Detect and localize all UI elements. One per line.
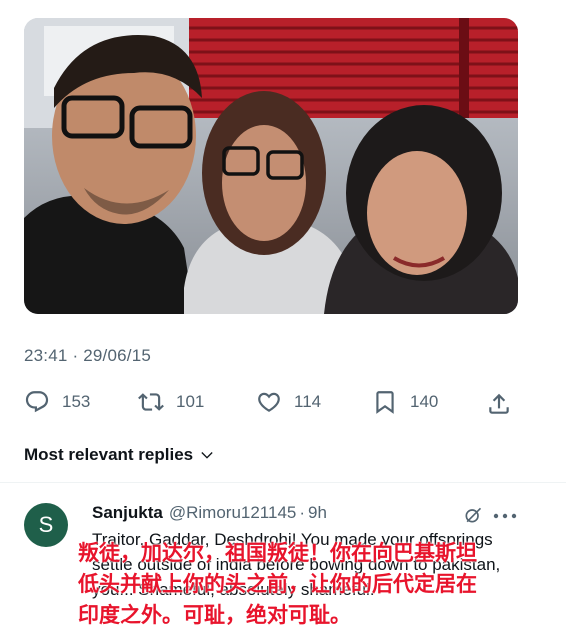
avatar[interactable]: S bbox=[24, 503, 68, 547]
like-count: 114 bbox=[294, 392, 322, 411]
heart-icon bbox=[258, 392, 280, 412]
avatar-letter: S bbox=[38, 512, 54, 537]
tweet-timestamp[interactable]: 23:41 · 29/06/15 bbox=[24, 346, 151, 366]
translation-overlay: 叛徒，加达尔，祖国叛徒！你在向巴基斯坦 低头并献上你的头之前，让你的后代定居在 … bbox=[78, 541, 477, 627]
retweet-count: 101 bbox=[176, 392, 205, 411]
like-action[interactable]: 114 bbox=[256, 386, 321, 418]
bookmark-action[interactable]: 140 bbox=[372, 386, 438, 418]
grok-icon[interactable] bbox=[463, 505, 483, 525]
tweet-actions-bar: 153 101 114 140 bbox=[24, 386, 518, 418]
reply-icon bbox=[25, 391, 49, 413]
reply-count: 153 bbox=[62, 392, 91, 411]
reply-author-handle[interactable]: @Rimoru121145 bbox=[169, 503, 297, 523]
more-icon[interactable] bbox=[493, 513, 517, 519]
reply-time[interactable]: 9h bbox=[308, 503, 327, 523]
retweet-action[interactable]: 101 bbox=[138, 386, 204, 418]
retweet-icon bbox=[138, 393, 164, 411]
separator-dot: · bbox=[299, 503, 306, 522]
reply-item[interactable]: S Sanjukta @Rimoru121145 · 9h Traitor, G… bbox=[0, 483, 566, 637]
bookmark-count: 140 bbox=[410, 392, 439, 411]
chevron-down-icon bbox=[201, 452, 213, 459]
share-action[interactable] bbox=[486, 388, 512, 420]
tweet-photo[interactable] bbox=[24, 18, 518, 314]
reply-header: Sanjukta @Rimoru121145 · 9h bbox=[92, 503, 327, 523]
share-icon bbox=[489, 393, 509, 414]
reply-author-name[interactable]: Sanjukta bbox=[92, 503, 163, 523]
replies-sort-dropdown[interactable]: Most relevant replies bbox=[24, 445, 215, 465]
bookmark-icon bbox=[376, 391, 394, 414]
reply-action[interactable]: 153 bbox=[24, 386, 90, 418]
replies-sort-label: Most relevant replies bbox=[24, 445, 194, 464]
